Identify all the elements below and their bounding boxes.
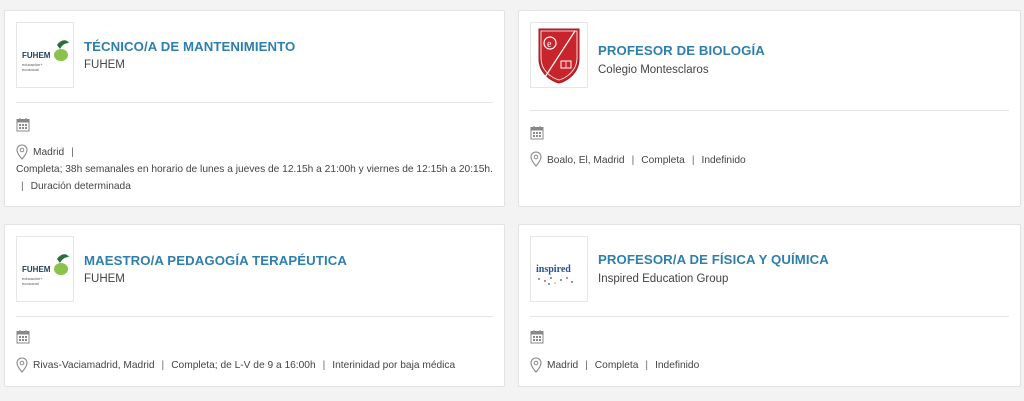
company-logo-montesclaros[interactable]: e	[530, 22, 588, 88]
calendar-icon	[530, 126, 544, 140]
job-listings-grid: FUHEM educación+ ecosocial TÉCNICO/A DE …	[0, 0, 1024, 401]
separator: |	[322, 360, 326, 371]
calendar-icon	[16, 330, 30, 344]
separator: |	[161, 360, 165, 371]
company-name: Inspired Education Group	[598, 273, 729, 285]
inspired-logo-icon: inspired	[536, 264, 573, 285]
workday-type: Completa	[641, 155, 685, 166]
job-meta-row: Rivas-Vaciamadrid, Madrid | Completa; de L…	[33, 360, 455, 371]
fuhem-logo-icon: FUHEM educación+ ecosocial	[22, 40, 69, 72]
svg-text:ecosocial: ecosocial	[22, 67, 39, 72]
fuhem-logo-text: FUHEM	[22, 265, 51, 274]
job-card[interactable]: e PROFESOR DE BIOLOGÍA Colegio Montescla…	[518, 10, 1021, 207]
divider	[530, 316, 1009, 317]
job-meta-row: Boalo, El, Madrid | Completa | Indefinido	[547, 155, 746, 166]
divider	[530, 110, 1009, 111]
separator: |	[631, 155, 635, 166]
job-title-link[interactable]: MAESTRO/A PEDAGOGÍA TERAPÉUTICA	[84, 253, 347, 268]
job-card[interactable]: FUHEM educación+ ecosocial TÉCNICO/A DE …	[4, 10, 505, 207]
company-logo-fuhem[interactable]: FUHEM educación+ ecosocial	[16, 22, 74, 88]
contract-type: Indefinido	[655, 360, 700, 371]
separator: |	[21, 181, 24, 192]
job-meta-row: Madrid | Completa | Indefinido	[547, 360, 699, 371]
contract-type: Duración determinada	[30, 181, 131, 192]
location-text: Rivas-Vaciamadrid, Madrid	[33, 360, 155, 371]
job-schedule: Completa; 38h semanales en horario de lu…	[16, 164, 493, 175]
job-title-link[interactable]: PROFESOR DE BIOLOGÍA	[598, 43, 765, 58]
separator: |	[71, 147, 74, 158]
fuhem-logo-icon: FUHEM educación+ ecosocial	[22, 254, 69, 286]
divider	[16, 102, 493, 103]
svg-text:e: e	[547, 39, 552, 50]
contract-type: Interinidad por baja médica	[332, 360, 456, 371]
company-name: Colegio Montesclaros	[598, 64, 709, 76]
location-text: Madrid	[33, 147, 65, 158]
montesclaros-shield-icon: e	[538, 28, 580, 84]
workday-type: Completa; de L-V de 9 a 16:00h	[171, 360, 316, 371]
calendar-icon	[16, 118, 30, 132]
separator: |	[645, 360, 649, 371]
svg-text:ecosocial: ecosocial	[22, 281, 39, 286]
company-name: FUHEM	[84, 273, 125, 285]
location-text: Madrid	[547, 360, 579, 371]
contract-type: Indefinido	[701, 155, 746, 166]
inspired-logo-text: inspired	[536, 264, 571, 275]
location-pin-icon	[530, 357, 542, 373]
company-name: FUHEM	[84, 59, 125, 71]
company-logo-inspired[interactable]: inspired	[530, 236, 588, 302]
location-text: Boalo, El, Madrid	[547, 155, 625, 166]
job-location: Madrid |	[33, 147, 81, 158]
location-pin-icon	[530, 151, 542, 167]
location-pin-icon	[16, 144, 28, 160]
job-card[interactable]: inspired PROFESOR/A DE FÍSICA Y QUÍMICA …	[518, 224, 1021, 387]
company-logo-fuhem[interactable]: FUHEM educación+ ecosocial	[16, 236, 74, 302]
workday-type: Completa	[594, 360, 639, 371]
separator: |	[585, 360, 588, 371]
job-title-link[interactable]: PROFESOR/A DE FÍSICA Y QUÍMICA	[598, 252, 829, 267]
job-title-link[interactable]: TÉCNICO/A DE MANTENIMIENTO	[84, 39, 295, 54]
fuhem-logo-text: FUHEM	[22, 51, 51, 60]
job-card[interactable]: FUHEM educación+ ecosocial MAESTRO/A PED…	[4, 224, 505, 387]
separator: |	[691, 155, 695, 166]
location-pin-icon	[16, 357, 28, 373]
job-contract-row: | Duración determinada	[16, 181, 131, 192]
divider	[16, 316, 493, 317]
calendar-icon	[530, 330, 544, 344]
